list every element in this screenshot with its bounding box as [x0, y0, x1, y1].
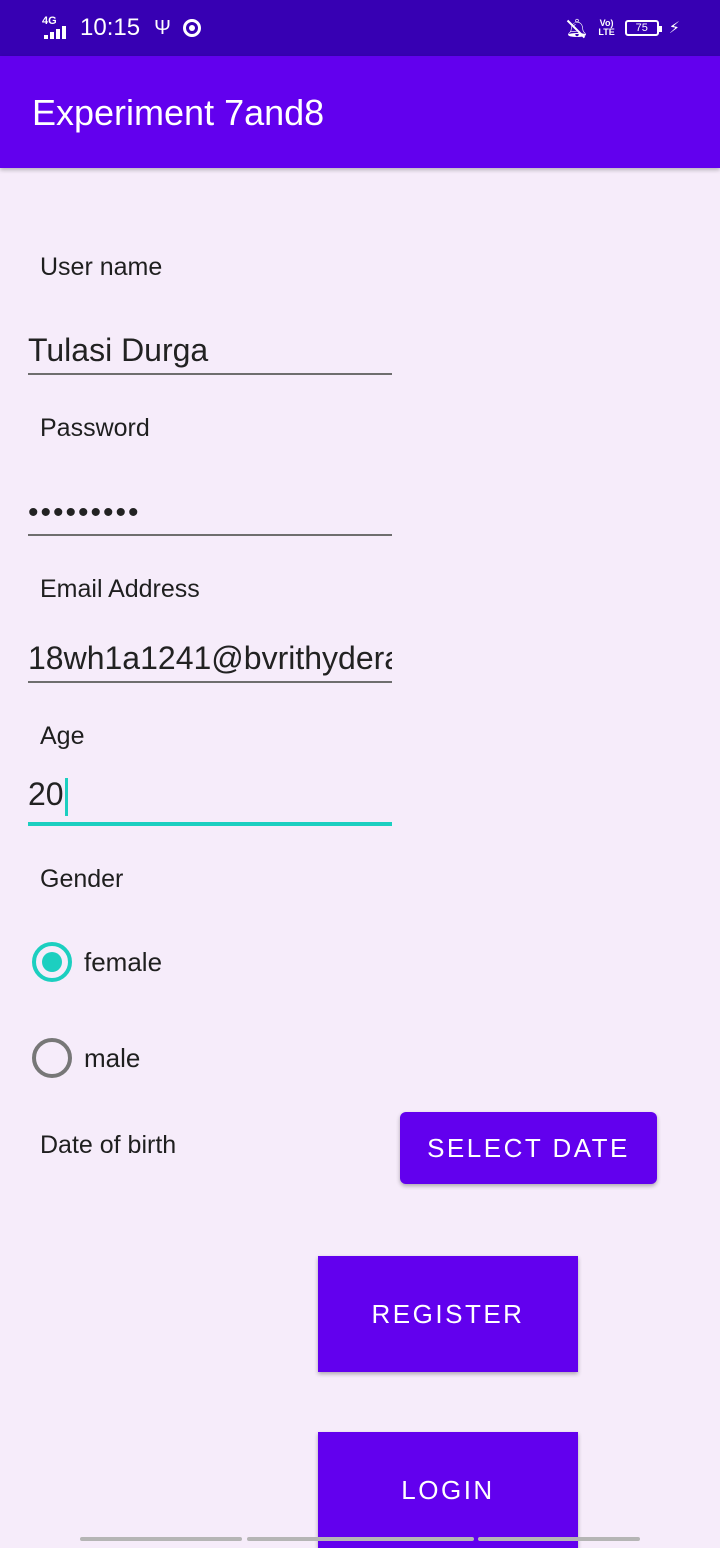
nav-handle-right	[478, 1537, 640, 1541]
radio-male-label: male	[84, 1042, 141, 1073]
radio-female[interactable]: female	[32, 942, 162, 982]
battery-level: 75	[635, 22, 648, 34]
chrome-icon	[182, 19, 201, 37]
password-value: •••••••••	[28, 496, 141, 529]
radio-male[interactable]: male	[32, 1038, 140, 1078]
app-title: Experiment 7and8	[32, 92, 325, 133]
usb-icon: Ψ	[154, 16, 171, 39]
status-bar: 4G 10:15 Ψ 🔔︎ Vo) LTE 75 ⚡	[0, 0, 720, 56]
email-field[interactable]: 18wh1a1241@bvrithyderabad.edu.in	[28, 633, 392, 683]
radio-female-label: female	[84, 946, 163, 977]
text-cursor	[64, 778, 68, 816]
register-button[interactable]: REGISTER	[318, 1256, 578, 1372]
gender-label: Gender	[40, 865, 124, 893]
radio-checked-icon[interactable]	[32, 942, 72, 982]
age-label: Age	[40, 722, 85, 750]
charging-icon: ⚡	[668, 20, 680, 37]
username-field[interactable]: Tulasi Durga	[28, 325, 392, 375]
password-field[interactable]: •••••••••	[28, 486, 392, 536]
age-value: 20	[28, 776, 64, 813]
signal-icon: 4G	[40, 13, 74, 43]
app-bar: Experiment 7and8	[0, 56, 720, 168]
username-label: User name	[40, 253, 163, 281]
battery-icon: 75	[624, 20, 662, 36]
username-value: Tulasi Durga	[28, 332, 209, 368]
dob-label: Date of birth	[40, 1131, 177, 1159]
email-label: Email Address	[40, 575, 200, 603]
email-value: 18wh1a1241@bvrithyderabad.edu.in	[28, 640, 392, 676]
select-date-button[interactable]: SELECT DATE	[400, 1112, 657, 1184]
status-time: 10:15	[80, 14, 141, 41]
login-button[interactable]: LOGIN	[318, 1432, 578, 1548]
mute-notifications-icon: 🔔︎	[565, 17, 589, 38]
password-label: Password	[40, 414, 150, 442]
nav-handle-left	[80, 1537, 242, 1541]
age-field[interactable]: 20	[28, 774, 392, 826]
volte-icon: Vo) LTE	[598, 18, 615, 37]
nav-handle-center	[247, 1537, 474, 1541]
radio-unchecked-icon[interactable]	[32, 1038, 72, 1078]
